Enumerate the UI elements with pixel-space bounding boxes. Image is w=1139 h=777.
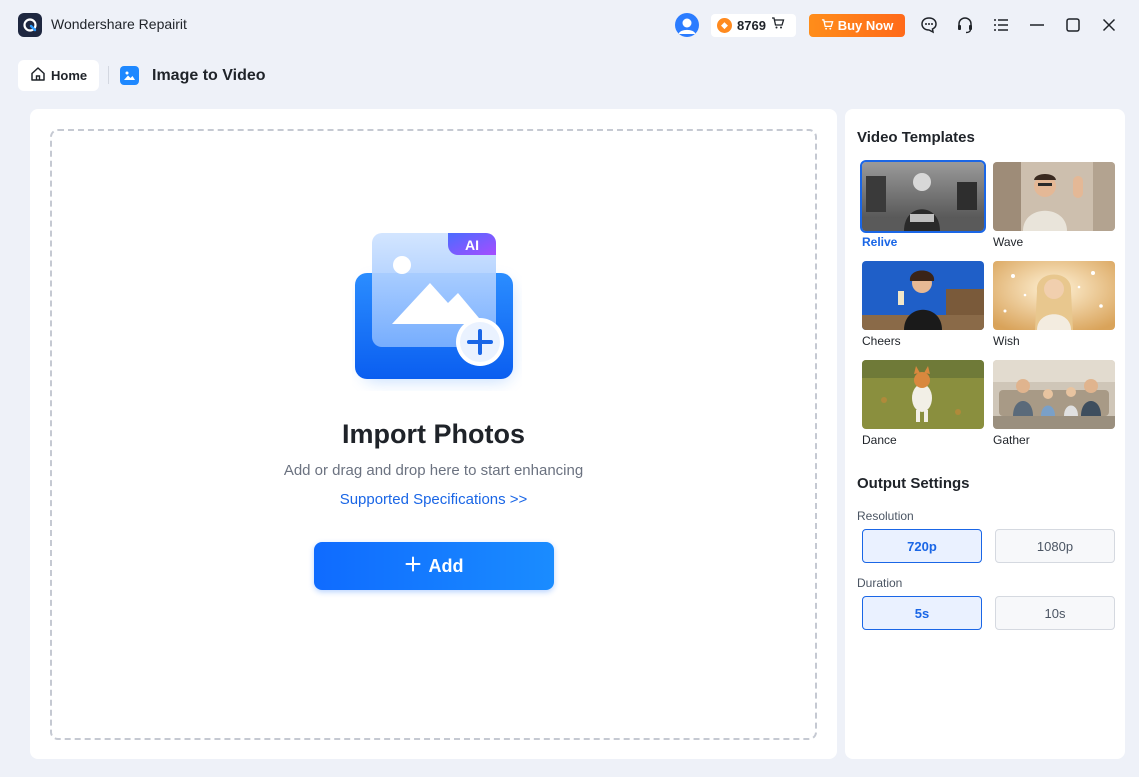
- app-title: Wondershare Repairit: [51, 16, 187, 32]
- cart-icon: [771, 16, 785, 35]
- import-photos-illustration: AI: [352, 231, 522, 391]
- duration-label: Duration: [857, 576, 903, 590]
- template-wave[interactable]: [993, 162, 1115, 231]
- template-label-relive: Relive: [862, 235, 898, 249]
- output-settings-title: Output Settings: [857, 475, 970, 492]
- template-dance[interactable]: [862, 360, 984, 429]
- home-icon: [30, 66, 46, 85]
- settings-panel: Video Templates Relive Wave Cheers Wish …: [845, 109, 1125, 759]
- breadcrumb-divider: [108, 66, 109, 84]
- user-avatar-icon[interactable]: [675, 13, 699, 37]
- duration-option-5s[interactable]: 5s: [862, 596, 982, 630]
- add-photos-button[interactable]: Add: [314, 542, 554, 590]
- ai-badge: AI: [465, 237, 479, 253]
- menu-icon[interactable]: [991, 15, 1011, 35]
- video-templates-title: Video Templates: [857, 129, 975, 146]
- coin-icon: ◆: [717, 18, 732, 33]
- headset-icon[interactable]: [955, 15, 975, 35]
- template-label-cheers: Cheers: [862, 334, 901, 348]
- buy-now-label: Buy Now: [837, 18, 894, 33]
- credits-count: 8769: [737, 18, 766, 33]
- photo-dropzone[interactable]: AI Import Photos Add or drag and drop he…: [50, 129, 817, 740]
- maximize-icon[interactable]: [1063, 15, 1083, 35]
- template-label-wave: Wave: [993, 235, 1024, 249]
- cart-icon: [821, 18, 834, 34]
- image-icon: [120, 66, 139, 85]
- app-logo-icon: [18, 13, 42, 37]
- close-icon[interactable]: [1099, 15, 1119, 35]
- template-label-wish: Wish: [993, 334, 1020, 348]
- add-label: Add: [428, 555, 464, 576]
- duration-option-10s[interactable]: 10s: [995, 596, 1115, 630]
- import-photos-title: Import Photos: [342, 419, 525, 449]
- template-gather[interactable]: [993, 360, 1115, 429]
- credits-balance[interactable]: ◆ 8769: [711, 14, 796, 37]
- resolution-label: Resolution: [857, 509, 914, 523]
- title-bar: Wondershare Repairit ◆ 8769 Buy Now: [0, 0, 1139, 50]
- import-subtitle: Add or drag and drop here to start enhan…: [283, 462, 584, 479]
- buy-now-button[interactable]: Buy Now: [809, 14, 905, 37]
- template-label-gather: Gather: [993, 433, 1030, 447]
- page-title: Image to Video: [152, 67, 266, 84]
- home-label: Home: [51, 68, 88, 83]
- main-panel: AI Import Photos Add or drag and drop he…: [30, 109, 837, 759]
- home-tab[interactable]: Home: [18, 60, 99, 91]
- plus-icon: [405, 556, 421, 577]
- template-wish[interactable]: [993, 261, 1115, 330]
- template-label-dance: Dance: [862, 433, 897, 447]
- template-relive[interactable]: [860, 160, 986, 233]
- chat-icon[interactable]: [919, 15, 939, 35]
- minimize-icon[interactable]: [1027, 15, 1047, 35]
- resolution-option-1080p[interactable]: 1080p: [995, 529, 1115, 563]
- resolution-option-720p[interactable]: 720p: [862, 529, 982, 563]
- supported-specifications-link[interactable]: Supported Specifications >>: [52, 491, 815, 508]
- template-cheers[interactable]: [862, 261, 984, 330]
